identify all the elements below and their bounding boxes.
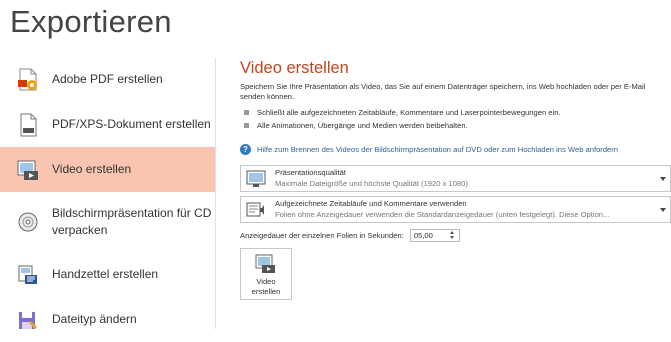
narration-timing-icon [245, 200, 267, 220]
sidebar-item-label: PDF/XPS-Dokument erstellen [52, 117, 211, 131]
slide-duration-row: Anzeigedauer der einzelnen Folien in Sek… [240, 228, 671, 242]
sidebar-item-label: Handzettel erstellen [52, 267, 159, 281]
handout-icon [16, 263, 40, 287]
sidebar-item-label: Adobe PDF erstellen [52, 72, 163, 86]
cd-package-icon [16, 210, 40, 234]
sidebar-item-label: Dateityp ändern [52, 312, 137, 326]
bullet-icon [244, 110, 249, 115]
bullet-icon [244, 123, 249, 128]
sidebar-divider [215, 58, 216, 329]
export-sidebar: Adobe PDF erstellen PDF/XPS-Dokument ers… [0, 57, 215, 342]
sidebar-item-label: Video erstellen [52, 162, 132, 176]
sidebar-item-adobe-pdf[interactable]: Adobe PDF erstellen [0, 57, 215, 102]
sidebar-item-change-filetype[interactable]: Dateityp ändern [0, 297, 215, 342]
list-item: Alle Animationen, Übergänge und Medien w… [240, 119, 671, 132]
quality-dropdown-title: Präsentationsqualität [275, 168, 346, 177]
change-filetype-icon [16, 308, 40, 332]
chevron-down-icon [660, 176, 666, 181]
help-link[interactable]: ? Hilfe zum Brennen des Videos der Bilds… [240, 142, 671, 156]
video-icon [16, 158, 40, 182]
presentation-quality-icon [245, 169, 267, 189]
sidebar-item-handout[interactable]: Handzettel erstellen [0, 252, 215, 297]
timing-dropdown[interactable]: Aufgezeichnete Zeitabläufe und Kommentar… [240, 196, 671, 223]
section-title: Video erstellen [240, 59, 349, 77]
pdf-xps-document-icon [16, 113, 40, 137]
timing-dropdown-subtitle: Folien ohne Anzeigedauer verwenden die S… [275, 210, 610, 219]
list-item: Schließt alle aufgezeichneten Zeitabläuf… [240, 106, 671, 119]
create-video-label-line1: Video [256, 277, 276, 286]
create-video-button[interactable]: Video erstellen [240, 248, 292, 300]
help-icon: ? [240, 143, 251, 155]
chevron-down-icon[interactable] [449, 236, 454, 239]
page-title: Exportieren [10, 4, 172, 39]
quality-dropdown-subtitle: Maximale Dateigröße und höchste Qualität… [275, 179, 468, 188]
bullet-text: Schließt alle aufgezeichneten Zeitabläuf… [257, 108, 561, 117]
bullet-text: Alle Animationen, Übergänge und Medien w… [257, 121, 468, 130]
section-description: Speichern Sie Ihre Präsentation als Vide… [240, 82, 646, 101]
sidebar-item-video[interactable]: Video erstellen [0, 147, 215, 192]
help-link-text[interactable]: Hilfe zum Brennen des Videos der Bildsch… [257, 145, 618, 154]
slide-duration-value[interactable]: 05,00 [411, 231, 448, 240]
timing-dropdown-title: Aufgezeichnete Zeitabläufe und Kommentar… [275, 199, 467, 208]
sidebar-item-pdf-xps[interactable]: PDF/XPS-Dokument erstellen [0, 102, 215, 147]
sidebar-item-label: Bildschirmpräsentation für CD verpacken [52, 206, 212, 237]
stepper-arrows[interactable] [448, 231, 456, 239]
chevron-down-icon [660, 207, 666, 212]
adobe-pdf-icon [16, 68, 40, 92]
quality-dropdown[interactable]: Präsentationsqualität Maximale Dateigröß… [240, 165, 671, 192]
sidebar-item-cd-package[interactable]: Bildschirmpräsentation für CD verpacken [0, 192, 215, 252]
create-video-label-line2: erstellen [251, 287, 281, 296]
slide-duration-stepper[interactable]: 05,00 [409, 228, 460, 242]
chevron-up-icon[interactable] [449, 231, 454, 234]
feature-list: Schließt alle aufgezeichneten Zeitabläuf… [240, 106, 671, 132]
create-video-icon [255, 254, 275, 273]
slide-duration-label: Anzeigedauer der einzelnen Folien in Sek… [240, 230, 404, 240]
video-panel: Video erstellen Speichern Sie Ihre Präse… [240, 58, 671, 300]
